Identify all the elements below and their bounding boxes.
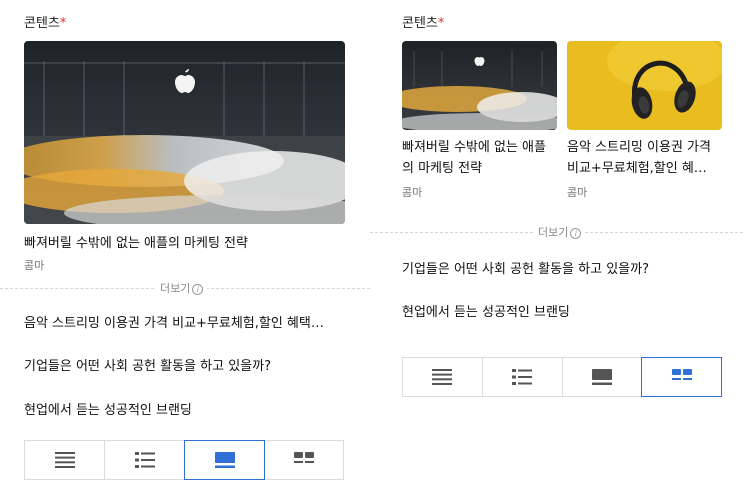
apple-store-image: [24, 41, 345, 224]
layout-list-bullets-button[interactable]: [483, 358, 563, 396]
featured-thumbnail-apple[interactable]: [24, 41, 345, 224]
list-item[interactable]: 음악 스트리밍 이용권 가격 비교+무료체험,할인 혜택…: [24, 312, 344, 331]
featured-article-source: 콤마: [24, 259, 45, 272]
required-mark: *: [437, 16, 445, 31]
layout-selector: [24, 440, 344, 480]
section-title: 콘텐츠*: [402, 12, 444, 31]
layout-card-grid-button[interactable]: [641, 357, 722, 397]
card-large-icon: [214, 452, 235, 468]
card-title[interactable]: 음악 스트리밍 이용권 가격 비교+무료체험,할인 혜…: [567, 137, 727, 179]
layout-list-compact-button[interactable]: [25, 441, 105, 479]
list-item[interactable]: 기업들은 어떤 사회 공헌 활동을 하고 있을까?: [24, 355, 344, 374]
card-thumbnail-headphones[interactable]: [567, 41, 722, 130]
info-icon[interactable]: i: [192, 284, 204, 295]
more-divider: 더보기 i: [0, 280, 370, 296]
more-button[interactable]: 더보기 i: [534, 224, 586, 240]
more-button[interactable]: 더보기 i: [156, 280, 208, 296]
content-panel-card-grid: 콘텐츠* 빠져버릴 수밖에 없는 애플 의 마케팅 전략 콤마 음악 스트리밍 …: [370, 0, 743, 494]
card-thumbnail-apple[interactable]: [402, 41, 557, 130]
card-title-line: 빠져버릴 수밖에 없는 애플: [402, 140, 546, 155]
card-title-line: 비교+무료체험,할인 혜…: [567, 161, 707, 176]
card-large-icon: [591, 369, 612, 385]
list-bullets-icon: [134, 452, 155, 468]
section-title: 콘텐츠*: [24, 12, 66, 31]
required-mark: *: [59, 16, 67, 31]
more-label: 더보기: [160, 282, 191, 295]
list-compact-icon: [54, 452, 75, 468]
card-grid-icon: [293, 452, 314, 463]
list-compact-icon: [432, 369, 453, 385]
card-grid-icon: [671, 369, 692, 380]
card-title-line: 의 마케팅 전략: [402, 161, 483, 176]
section-title-text: 콘텐츠: [402, 16, 438, 31]
more-label: 더보기: [538, 226, 569, 239]
content-panel-large-card: 콘텐츠* 빠져버릴 수밖에 없는 애플의 마케팅 전략 콤마 더보기 i 음악 …: [0, 0, 370, 494]
list-item[interactable]: 기업들은 어떤 사회 공헌 활동을 하고 있을까?: [402, 258, 722, 277]
layout-card-large-button[interactable]: [184, 440, 265, 480]
card-source: 콤마: [402, 186, 423, 199]
layout-card-large-button[interactable]: [563, 358, 643, 396]
info-icon[interactable]: i: [570, 228, 582, 239]
list-item[interactable]: 현업에서 듣는 성공적인 브랜딩: [402, 301, 722, 320]
layout-list-compact-button[interactable]: [403, 358, 483, 396]
layout-list-bullets-button[interactable]: [105, 441, 185, 479]
apple-store-image: [402, 41, 557, 130]
featured-article-title[interactable]: 빠져버릴 수밖에 없는 애플의 마케팅 전략: [24, 233, 248, 254]
card-title[interactable]: 빠져버릴 수밖에 없는 애플 의 마케팅 전략: [402, 137, 562, 179]
section-title-text: 콘텐츠: [24, 16, 60, 31]
layout-selector: [402, 357, 722, 397]
headphones-image: [567, 41, 722, 130]
list-bullets-icon: [512, 369, 533, 385]
list-item[interactable]: 현업에서 듣는 성공적인 브랜딩: [24, 399, 344, 418]
more-divider: 더보기 i: [370, 224, 743, 240]
card-title-line: 음악 스트리밍 이용권 가격: [567, 140, 711, 155]
layout-card-grid-button[interactable]: [264, 441, 343, 479]
card-source: 콤마: [567, 186, 588, 199]
